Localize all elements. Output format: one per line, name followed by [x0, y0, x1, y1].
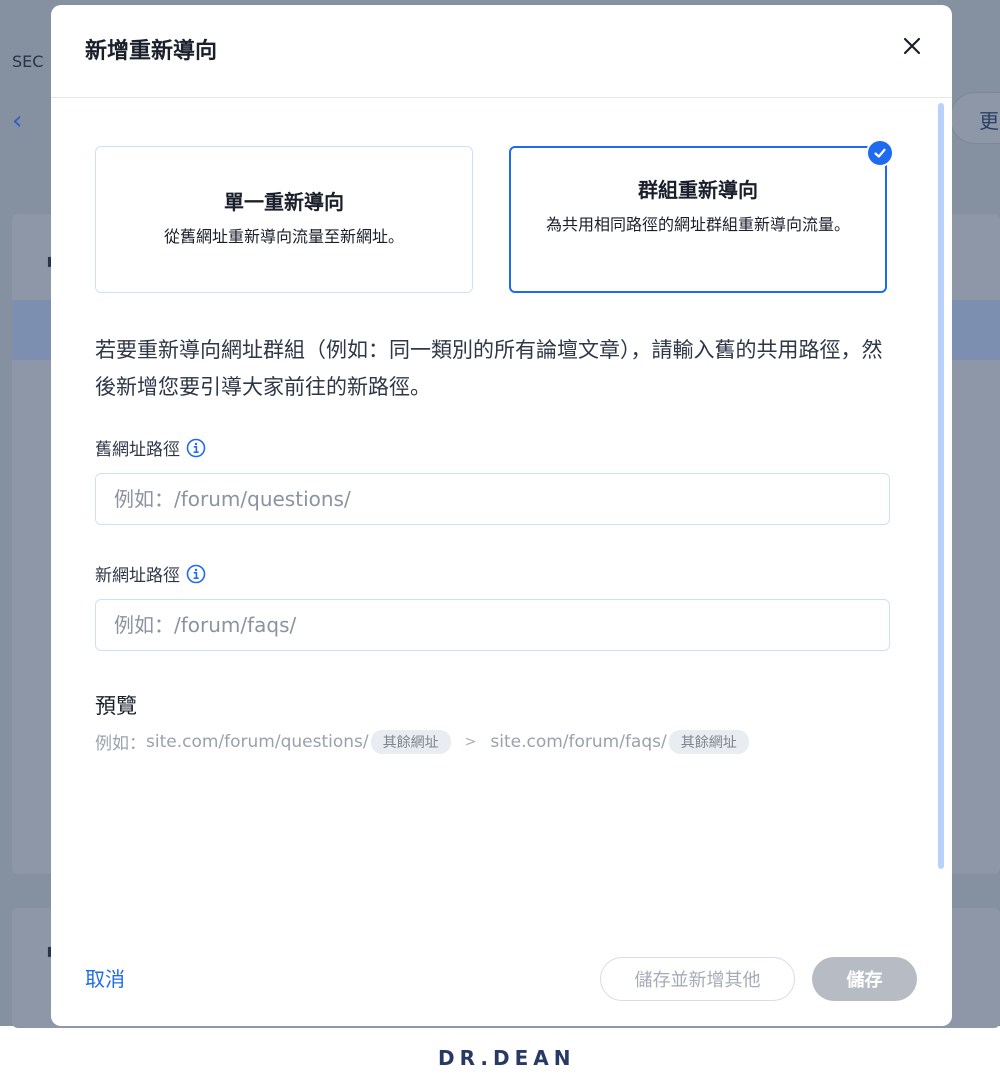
- new-path-label: 新網址路徑: [95, 561, 206, 586]
- new-path-label-text: 新網址路徑: [95, 566, 180, 586]
- preview-old-url: site.com/forum/questions/: [146, 731, 369, 752]
- cancel-button[interactable]: 取消: [85, 963, 125, 992]
- chevron-right-icon: >: [464, 733, 477, 750]
- option-description: 從舊網址重新導向流量至新網址。: [163, 227, 404, 246]
- background-more-label: 更: [979, 109, 999, 133]
- intro-text: 若要重新導向網址群組（例如：同一類別的所有論壇文章），請輸入舊的共用路徑，然後新…: [95, 338, 883, 399]
- preview-new-chip: 其餘網址: [668, 729, 749, 754]
- selected-check-icon: [866, 139, 894, 167]
- scrollbar[interactable]: [935, 97, 947, 877]
- save-button[interactable]: 儲存: [812, 957, 917, 1001]
- old-path-label: 舊網址路徑: [95, 435, 206, 460]
- add-redirect-dialog: 新增重新導向 單一重新導向 從舊網址重新導向流量至新網址。 群組重新導向 為共用…: [51, 5, 952, 1026]
- dialog-title: 新增重新導向: [85, 39, 218, 64]
- header-divider: [51, 97, 952, 98]
- preview-heading: 預覽: [95, 694, 137, 718]
- old-path-label-text: 舊網址路徑: [95, 440, 180, 460]
- back-chevron-icon: ‹: [12, 106, 23, 136]
- info-icon[interactable]: [186, 564, 206, 584]
- new-path-input[interactable]: [95, 599, 890, 651]
- preview-new-url: site.com/forum/faqs/: [490, 731, 667, 752]
- preview-old-chip: 其餘網址: [370, 729, 451, 754]
- close-icon: [903, 37, 921, 55]
- background-more-button: 更: [950, 92, 1000, 144]
- old-path-input[interactable]: [95, 473, 890, 525]
- brand-watermark: DR.DEAN: [438, 1046, 576, 1070]
- close-button[interactable]: [897, 31, 927, 61]
- save-and-add-button[interactable]: 儲存並新增其他: [600, 957, 795, 1001]
- preview-example: 例如： site.com/forum/questions/ 其餘網址 > sit…: [95, 729, 749, 754]
- option-title: 群組重新導向: [638, 178, 758, 202]
- scrollbar-thumb[interactable]: [938, 103, 944, 869]
- info-icon[interactable]: [186, 438, 206, 458]
- option-title: 單一重新導向: [224, 190, 344, 214]
- group-redirect-option[interactable]: 群組重新導向 為共用相同路徑的網址群組重新導向流量。: [509, 139, 894, 293]
- background-section-label: SEC: [12, 52, 44, 71]
- option-description: 為共用相同路徑的網址群組重新導向流量。: [545, 215, 850, 234]
- single-redirect-option[interactable]: 單一重新導向 從舊網址重新導向流量至新網址。: [95, 146, 473, 293]
- preview-prefix: 例如：: [95, 734, 146, 754]
